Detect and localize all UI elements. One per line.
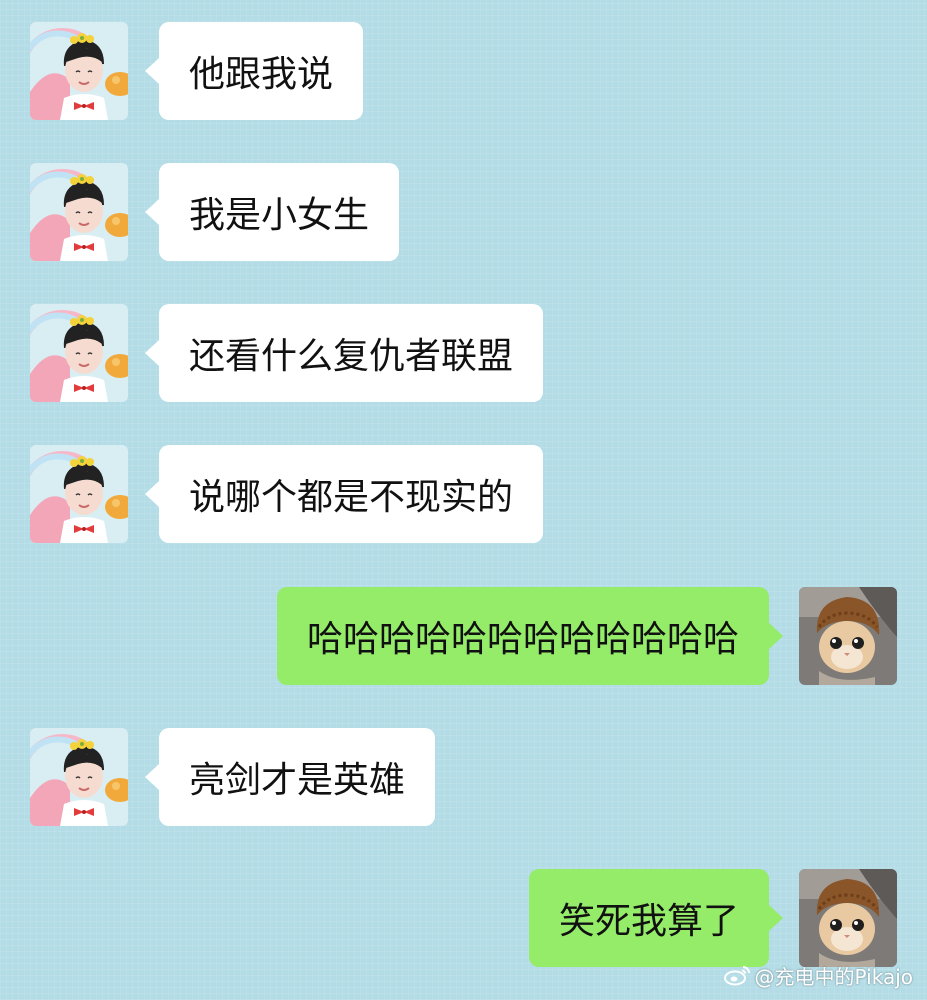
message-row-outgoing: 笑死我算了 <box>0 869 927 969</box>
message-bubble-outgoing[interactable]: 哈哈哈哈哈哈哈哈哈哈哈哈 <box>276 587 784 685</box>
friend-avatar-icon[interactable] <box>30 445 128 543</box>
message-bubble-incoming[interactable]: 我是小女生 <box>144 163 400 261</box>
message-row-incoming: 说哪个都是不现实的 <box>0 445 927 545</box>
my-avatar-icon[interactable] <box>799 869 897 967</box>
message-row-incoming: 我是小女生 <box>0 163 927 263</box>
watermark-text: @充电中的Pikajo <box>754 964 913 989</box>
my-avatar-icon[interactable] <box>799 587 897 685</box>
message-bubble-incoming[interactable]: 亮剑才是英雄 <box>144 728 436 826</box>
message-bubble-outgoing[interactable]: 笑死我算了 <box>528 869 784 967</box>
watermark: @充电中的Pikajo <box>723 960 913 990</box>
message-bubble-incoming[interactable]: 说哪个都是不现实的 <box>144 445 544 543</box>
friend-avatar-icon[interactable] <box>30 728 128 826</box>
message-bubble-incoming[interactable]: 还看什么复仇者联盟 <box>144 304 544 402</box>
chat-area: 他跟我说 我是小女生 还看什么复仇者联盟 说哪个都是不现实的 哈哈哈哈哈哈哈哈哈… <box>0 0 927 1000</box>
message-row-incoming: 他跟我说 <box>0 22 927 122</box>
friend-avatar-icon[interactable] <box>30 304 128 402</box>
friend-avatar-icon[interactable] <box>30 22 128 120</box>
friend-avatar-icon[interactable] <box>30 163 128 261</box>
weibo-logo-icon <box>723 966 750 986</box>
message-bubble-incoming[interactable]: 他跟我说 <box>144 22 364 120</box>
message-row-incoming: 亮剑才是英雄 <box>0 728 927 828</box>
message-row-incoming: 还看什么复仇者联盟 <box>0 304 927 404</box>
message-row-outgoing: 哈哈哈哈哈哈哈哈哈哈哈哈 <box>0 587 927 687</box>
